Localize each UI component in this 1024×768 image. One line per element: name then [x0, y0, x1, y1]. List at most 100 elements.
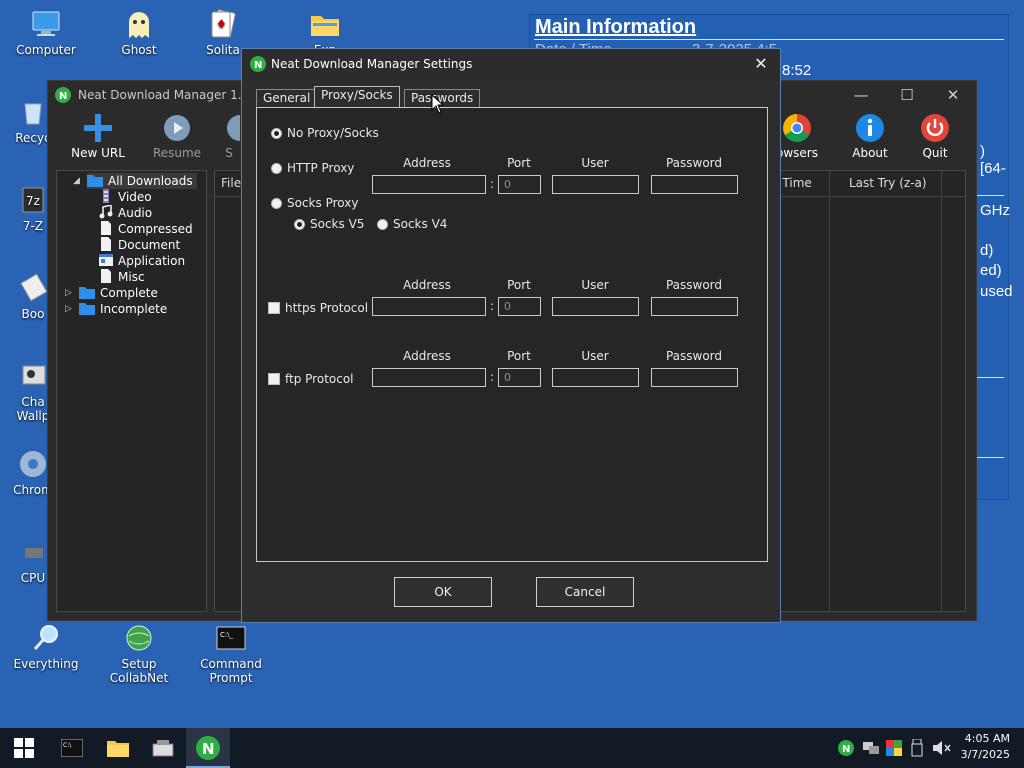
port-header: Port	[507, 349, 531, 363]
password-header: Password	[665, 349, 723, 363]
address-header: Address	[403, 349, 451, 363]
resume-button[interactable]: Resume	[142, 113, 212, 160]
maximize-button[interactable]: ☐	[884, 81, 930, 109]
chevron-right-icon[interactable]: ▷	[65, 285, 72, 301]
tree-label: Application	[118, 254, 186, 268]
dialog-close-button[interactable]: ✕	[746, 49, 776, 79]
desktop-icon-label: Everything	[13, 657, 79, 671]
taskbar-neat-download-manager[interactable]: N	[186, 728, 230, 768]
svg-text:C:\: C:\	[63, 742, 72, 749]
taskbar-app[interactable]	[141, 728, 185, 768]
stop-button[interactable]: S	[218, 113, 240, 160]
tab-proxy-socks[interactable]: Proxy/Socks	[314, 86, 400, 108]
tree-node-all-downloads[interactable]: ◢ All Downloads	[73, 173, 197, 189]
desktop-icon-label: Command Prompt	[200, 657, 262, 685]
info-value: GHz	[980, 202, 1010, 219]
tree-node-audio[interactable]: Audio	[99, 205, 152, 221]
desktop-icon-computer[interactable]: Computer	[3, 8, 89, 57]
desktop-icon-setup-collabnet[interactable]: Setup CollabNet	[93, 622, 185, 685]
socks-v4-label: Socks V4	[393, 217, 448, 231]
divider	[534, 39, 1004, 40]
password-header: Password	[665, 278, 723, 292]
quit-label: Quit	[922, 146, 948, 160]
folder-icon	[107, 741, 129, 757]
https-port-input[interactable]: 0	[498, 297, 541, 316]
folder-icon	[311, 16, 339, 36]
svg-text:N: N	[254, 60, 262, 71]
desktop-icon-ghost[interactable]: Ghost	[96, 8, 182, 57]
quit-button[interactable]: Quit	[900, 113, 970, 160]
http-user-input[interactable]	[552, 175, 639, 194]
desktop-icon-everything[interactable]: Everything	[3, 622, 89, 671]
ftp-address-input[interactable]	[372, 368, 486, 387]
start-button[interactable]	[2, 728, 46, 768]
taskbar-terminal[interactable]: C:\	[50, 728, 94, 768]
socks-v5-radio[interactable]	[294, 219, 305, 230]
https-protocol-checkbox[interactable]	[268, 302, 280, 314]
magnifier-icon	[33, 625, 58, 650]
http-proxy-radio[interactable]	[271, 163, 282, 174]
taskbar-file-explorer[interactable]	[96, 728, 140, 768]
http-password-input[interactable]	[651, 175, 738, 194]
usb-drive-icon[interactable]	[910, 739, 924, 757]
minimize-button[interactable]: —	[838, 81, 884, 109]
tree-label: Complete	[100, 286, 158, 300]
https-user-input[interactable]	[552, 297, 639, 316]
windows-logo-icon	[14, 738, 34, 758]
chevron-right-icon[interactable]: ▷	[65, 301, 72, 317]
cancel-button[interactable]: Cancel	[536, 577, 634, 607]
new-url-label: New URL	[71, 146, 125, 160]
tree-node-compressed[interactable]: Compressed	[99, 221, 193, 237]
ftp-protocol-checkbox[interactable]	[268, 373, 280, 385]
globe-icon	[126, 625, 152, 651]
socks-v4-radio[interactable]	[377, 219, 388, 230]
http-port-input[interactable]: 0	[498, 175, 541, 194]
tree-node-complete[interactable]: ▷ Complete	[65, 285, 158, 301]
tab-general[interactable]: General	[256, 89, 318, 107]
colon-separator: :	[490, 299, 495, 313]
speaker-muted-icon[interactable]	[932, 740, 952, 756]
about-button[interactable]: About	[835, 113, 905, 160]
tree-node-misc[interactable]: Misc	[99, 269, 145, 285]
info-title: Main Information	[535, 16, 697, 38]
desktop-icon-command-prompt[interactable]: C:\_ Command Prompt	[188, 622, 274, 685]
svg-text:C:\_: C:\_	[220, 631, 234, 639]
close-button[interactable]: ✕	[930, 81, 976, 109]
color-app-icon[interactable]	[886, 740, 902, 756]
settings-dialog: N Neat Download Manager Settings ✕ Gener…	[241, 48, 781, 623]
network-icon[interactable]	[862, 740, 880, 756]
ok-button[interactable]: OK	[394, 577, 492, 607]
ftp-port-input[interactable]: 0	[498, 368, 541, 387]
new-url-button[interactable]: New URL	[63, 113, 133, 160]
https-password-input[interactable]	[651, 297, 738, 316]
tree-label: Document	[118, 238, 181, 252]
tree-node-document[interactable]: Document	[99, 237, 180, 253]
https-address-input[interactable]	[372, 297, 486, 316]
http-address-input[interactable]	[372, 175, 486, 194]
play-icon	[164, 115, 190, 141]
tree-node-video[interactable]: Video	[99, 189, 152, 205]
svg-text:7z: 7z	[26, 194, 40, 208]
chevron-down-icon[interactable]: ◢	[73, 173, 80, 189]
socks-v5-label: Socks V5	[310, 217, 365, 231]
taskbar-clock[interactable]: 4:05 AM 3/7/2025	[961, 731, 1010, 763]
folder-icon	[79, 303, 95, 315]
socks-proxy-label: Socks Proxy	[287, 196, 359, 210]
column-header-file[interactable]: File	[221, 171, 241, 196]
tree-label: Misc	[118, 270, 145, 284]
tree-label: Audio	[118, 206, 153, 220]
dialog-title-bar[interactable]: N Neat Download Manager Settings ✕	[242, 49, 780, 79]
info-value: ed)	[980, 262, 1002, 279]
socks-proxy-radio[interactable]	[271, 198, 282, 209]
info-value: ) [64-	[980, 143, 1006, 177]
ftp-user-input[interactable]	[552, 368, 639, 387]
no-proxy-label: No Proxy/Socks	[287, 126, 379, 140]
column-header-last-try[interactable]: Last Try (z-a)	[849, 171, 927, 196]
no-proxy-radio[interactable]	[271, 128, 282, 139]
tree-node-incomplete[interactable]: ▷ Incomplete	[65, 301, 167, 317]
tree-node-application[interactable]: Application	[99, 253, 185, 269]
svg-text:♦: ♦	[216, 17, 227, 31]
ftp-password-input[interactable]	[651, 368, 738, 387]
ndm-tray-icon[interactable]: N	[838, 740, 854, 756]
tree-label: Video	[118, 190, 152, 204]
